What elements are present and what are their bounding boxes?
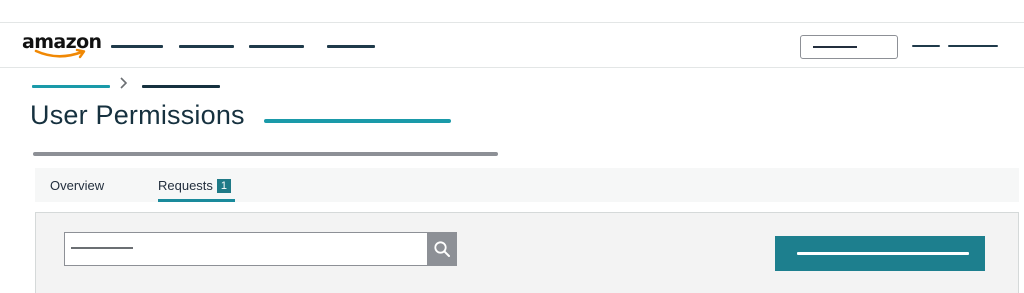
nav-link-4[interactable]: [327, 45, 375, 48]
nav-link-2[interactable]: [179, 45, 234, 48]
primary-action-label: [797, 252, 969, 255]
search-button[interactable]: [427, 232, 457, 266]
amazon-logo[interactable]: amazon: [22, 32, 108, 62]
top-nav-header: amazon: [0, 22, 1024, 68]
title-info-link[interactable]: [264, 119, 451, 123]
header-search-input[interactable]: [800, 35, 898, 59]
magnifier-icon: [434, 241, 450, 257]
search-input[interactable]: [64, 232, 428, 266]
requests-count-badge: 1: [216, 179, 232, 193]
page: amazon User Permissions Overview Request…: [0, 0, 1024, 293]
header-search-placeholder: [813, 46, 857, 48]
tab-requests[interactable]: Requests 1: [158, 178, 235, 202]
chevron-right-icon: [119, 76, 129, 95]
primary-action-button[interactable]: [775, 236, 985, 271]
nav-link-3[interactable]: [249, 45, 304, 48]
page-title: User Permissions: [30, 100, 245, 130]
tab-overview[interactable]: Overview: [50, 178, 104, 194]
smile-arrow-icon: [34, 48, 86, 59]
tabs-bar: Overview Requests 1: [35, 168, 1019, 202]
breadcrumb-current: [142, 85, 220, 88]
active-tab-indicator: [158, 199, 235, 202]
tab-overview-label: Overview: [50, 178, 105, 193]
account-link-1[interactable]: [912, 45, 940, 47]
page-description: [33, 152, 498, 156]
requests-panel: [35, 212, 1019, 293]
search-placeholder: [71, 247, 133, 249]
tab-requests-label: Requests: [158, 178, 213, 193]
account-link-2[interactable]: [948, 45, 998, 47]
breadcrumb-link[interactable]: [32, 85, 110, 88]
nav-link-1[interactable]: [111, 45, 163, 48]
